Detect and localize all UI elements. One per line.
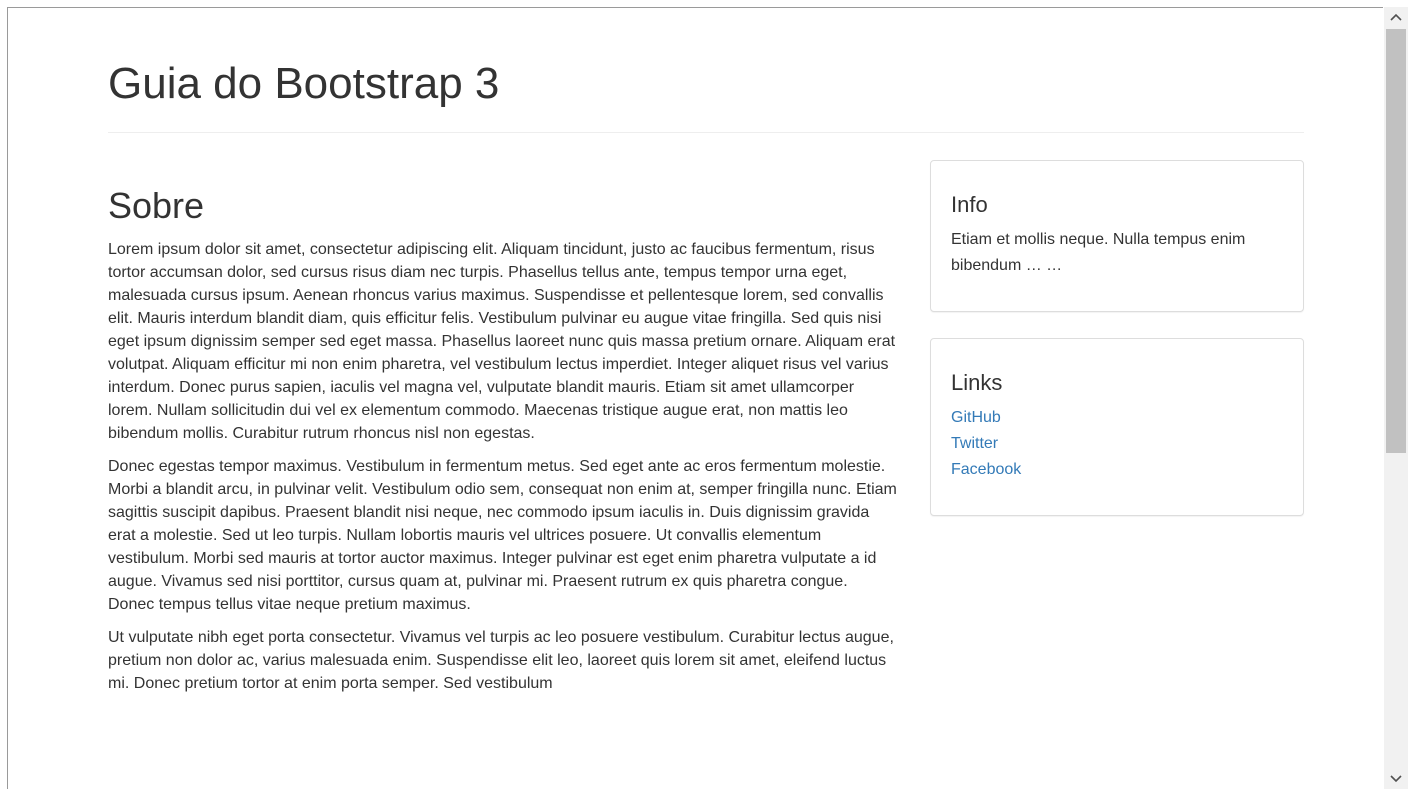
chevron-down-icon[interactable] [1384,769,1408,789]
section-title-sobre: Sobre [108,185,205,226]
scrollbar-thumb[interactable] [1386,29,1406,453]
paragraph: Donec egestas tempor maximus. Vestibulum… [108,458,897,613]
links-panel-title: Links [951,370,1003,395]
browser-viewport: Guia do Bootstrap 3 Sobre Lorem ipsum do… [7,7,1383,789]
info-panel-title: Info [951,192,988,217]
sidebar: Info Etiam et mollis neque. Nulla tempus… [930,160,1304,516]
facebook-link[interactable]: Facebook [951,461,1021,478]
links-list: GitHub Twitter Facebook [951,405,1283,483]
page-title: Guia do Bootstrap 3 [108,59,500,108]
paragraph: Lorem ipsum dolor sit amet, consectetur … [108,241,896,442]
list-item: Twitter [951,431,1283,457]
paragraph: Ut vulputate nibh eget porta consectetur… [108,629,894,692]
chevron-up-icon[interactable] [1384,7,1408,27]
github-link[interactable]: GitHub [951,409,1001,426]
links-panel: Links GitHub Twitter Facebook [930,338,1304,516]
main-content: Sobre Lorem ipsum dolor sit amet, consec… [108,184,898,695]
twitter-link[interactable]: Twitter [951,435,998,452]
vertical-scrollbar[interactable] [1384,7,1408,789]
list-item: Facebook [951,457,1283,483]
info-panel-text: Etiam et mollis neque. Nulla tempus enim… [951,231,1246,274]
header-divider [108,132,1304,133]
info-panel: Info Etiam et mollis neque. Nulla tempus… [930,160,1304,312]
list-item: GitHub [951,405,1283,431]
